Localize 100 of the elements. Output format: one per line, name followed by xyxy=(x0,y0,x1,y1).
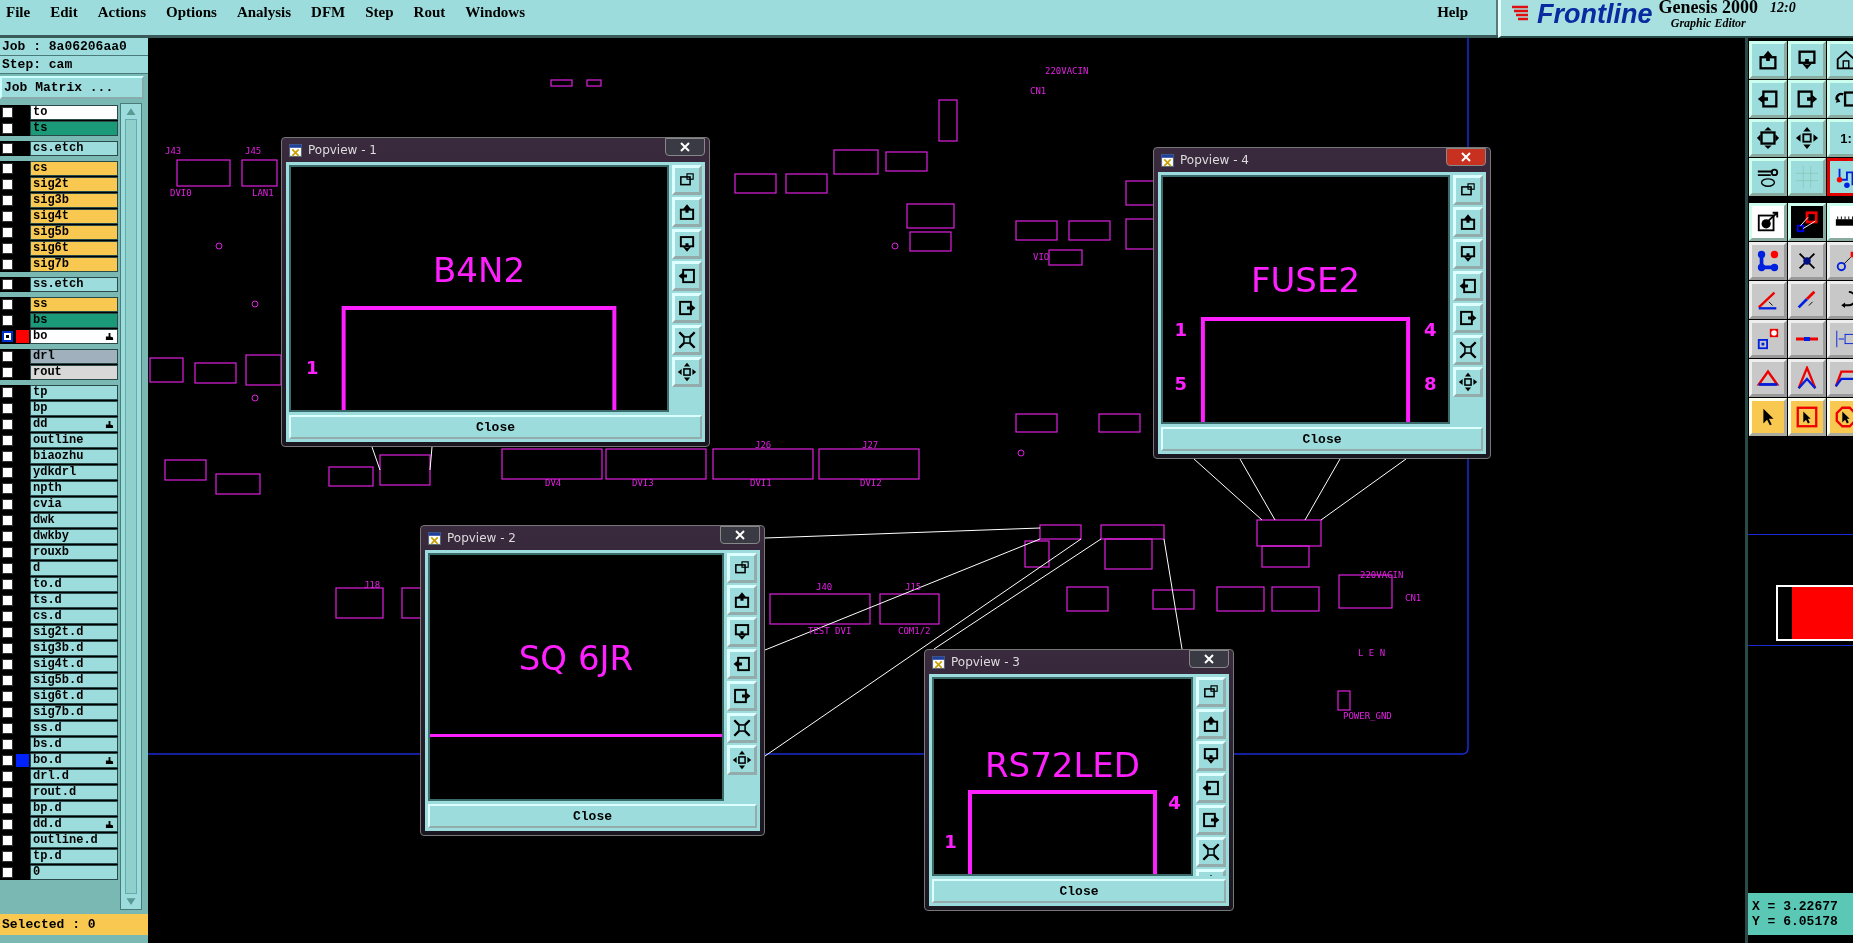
view-tool-button[interactable] xyxy=(727,745,757,775)
layer-checkbox[interactable] xyxy=(2,387,13,398)
layer-checkbox[interactable] xyxy=(2,547,13,558)
layer-row[interactable]: cs.etch xyxy=(30,141,118,156)
view-tool-button[interactable] xyxy=(672,229,702,259)
layer-checkbox[interactable] xyxy=(2,579,13,590)
layer-row[interactable]: ts.d xyxy=(30,593,118,608)
layer-checkbox[interactable] xyxy=(2,163,13,174)
layer-row[interactable]: cs.d xyxy=(30,609,118,624)
view-tool-button[interactable] xyxy=(1196,837,1226,867)
layer-row[interactable]: sig7b xyxy=(30,257,118,272)
layer-checkbox[interactable] xyxy=(2,211,13,222)
layer-checkbox[interactable] xyxy=(2,467,13,478)
close-button[interactable] xyxy=(1189,650,1229,668)
layer-row[interactable]: dd.d xyxy=(30,817,118,832)
layer-checkbox[interactable] xyxy=(2,819,13,830)
layer-row[interactable]: bs.d xyxy=(30,737,118,752)
layer-row[interactable]: sig2t.d xyxy=(30,625,118,640)
view-tool-button[interactable] xyxy=(1453,367,1483,397)
layer-checkbox[interactable] xyxy=(2,835,13,846)
layer-row[interactable]: sig7b.d xyxy=(30,705,118,720)
layer-row[interactable]: dwk xyxy=(30,513,118,528)
layer-checkbox[interactable] xyxy=(2,851,13,862)
layer-checkbox[interactable] xyxy=(2,451,13,462)
layer-checkbox[interactable] xyxy=(2,611,13,622)
layer-checkbox[interactable] xyxy=(2,435,13,446)
view-tool-button[interactable] xyxy=(1453,207,1483,237)
view-tool-button[interactable] xyxy=(672,293,702,323)
view-tool-button[interactable] xyxy=(1453,335,1483,365)
layer-row[interactable]: ts xyxy=(30,121,118,136)
layer-checkbox[interactable] xyxy=(2,143,13,154)
layer-checkbox[interactable] xyxy=(2,723,13,734)
layer-row[interactable]: d xyxy=(30,561,118,576)
close-button[interactable] xyxy=(720,526,760,544)
layer-checkbox[interactable] xyxy=(2,675,13,686)
layer-row[interactable]: npth xyxy=(30,481,118,496)
menu-item[interactable]: File xyxy=(6,4,31,21)
menu-item[interactable]: Actions xyxy=(97,4,146,21)
layer-checkbox[interactable] xyxy=(2,531,13,542)
layer-row[interactable]: outline xyxy=(30,433,118,448)
layer-row[interactable]: biaozhu xyxy=(30,449,118,464)
layer-checkbox[interactable] xyxy=(2,707,13,718)
layer-row[interactable]: sig4t xyxy=(30,209,118,224)
layer-row[interactable]: tp.d xyxy=(30,849,118,864)
layer-row[interactable]: dwkby xyxy=(30,529,118,544)
layer-row[interactable]: sig3b.d xyxy=(30,641,118,656)
view-tool-button[interactable] xyxy=(1196,741,1226,771)
layer-checkbox[interactable] xyxy=(2,595,13,606)
layer-row[interactable]: rouxb xyxy=(30,545,118,560)
layer-row[interactable]: bo.d xyxy=(30,753,118,768)
layer-checkbox[interactable] xyxy=(2,515,13,526)
view-tool-button[interactable] xyxy=(672,261,702,291)
menu-item[interactable]: Analysis xyxy=(236,4,292,21)
layer-row[interactable]: cs xyxy=(30,161,118,176)
layer-checkbox[interactable] xyxy=(2,483,13,494)
layer-checkbox[interactable] xyxy=(2,227,13,238)
menu-item[interactable]: Step xyxy=(365,4,394,21)
layer-row[interactable]: bs xyxy=(30,313,118,328)
view-tool-button[interactable] xyxy=(672,197,702,227)
layer-row[interactable]: ss.d xyxy=(30,721,118,736)
layer-row[interactable]: drl xyxy=(30,349,118,364)
layer-checkbox[interactable] xyxy=(2,259,13,270)
view-tool-button[interactable] xyxy=(1453,271,1483,301)
layer-row[interactable]: bp.d xyxy=(30,801,118,816)
zoom-view[interactable]: RS72LED 1 4 xyxy=(932,677,1193,876)
close-button[interactable]: Close xyxy=(428,804,757,828)
layer-checkbox[interactable] xyxy=(2,195,13,206)
view-tool-button[interactable] xyxy=(1196,773,1226,803)
layer-checkbox[interactable] xyxy=(2,803,13,814)
layer-row[interactable]: ss.etch xyxy=(30,277,118,292)
layer-checkbox[interactable] xyxy=(2,771,13,782)
close-button[interactable]: Close xyxy=(932,879,1226,903)
layer-checkbox[interactable] xyxy=(2,627,13,638)
layer-row[interactable]: drl.d xyxy=(30,769,118,784)
view-tool-button[interactable] xyxy=(672,165,702,195)
layer-checkbox[interactable] xyxy=(2,643,13,654)
layer-row[interactable]: to.d xyxy=(30,577,118,592)
view-tool-button[interactable] xyxy=(1453,239,1483,269)
layer-row[interactable]: rout.d xyxy=(30,785,118,800)
close-button[interactable] xyxy=(1446,148,1486,166)
zoom-view[interactable]: SQ 6JR xyxy=(428,553,724,801)
menu-item[interactable]: Options xyxy=(166,4,217,21)
view-tool-button[interactable] xyxy=(727,553,757,583)
menu-item[interactable]: Edit xyxy=(50,4,78,21)
layer-checkbox[interactable] xyxy=(2,659,13,670)
layer-row[interactable]: bp xyxy=(30,401,118,416)
layer-row[interactable]: bo xyxy=(30,329,118,344)
view-tool-button[interactable] xyxy=(1453,303,1483,333)
zoom-view[interactable]: B4N2 1 xyxy=(289,165,669,412)
view-tool-button[interactable] xyxy=(1453,175,1483,205)
layer-checkbox[interactable] xyxy=(2,403,13,414)
layer-checkbox[interactable] xyxy=(2,419,13,430)
layer-row[interactable]: outline.d xyxy=(30,833,118,848)
layer-row[interactable]: sig5b xyxy=(30,225,118,240)
job-matrix-button[interactable]: Job Matrix ... xyxy=(0,76,144,99)
view-tool-button[interactable] xyxy=(1196,677,1226,707)
layer-checkbox[interactable] xyxy=(2,739,13,750)
layer-checkbox[interactable] xyxy=(2,691,13,702)
menu-item[interactable]: Rout xyxy=(413,4,446,21)
tool-button[interactable]: 1: xyxy=(1827,119,1853,157)
